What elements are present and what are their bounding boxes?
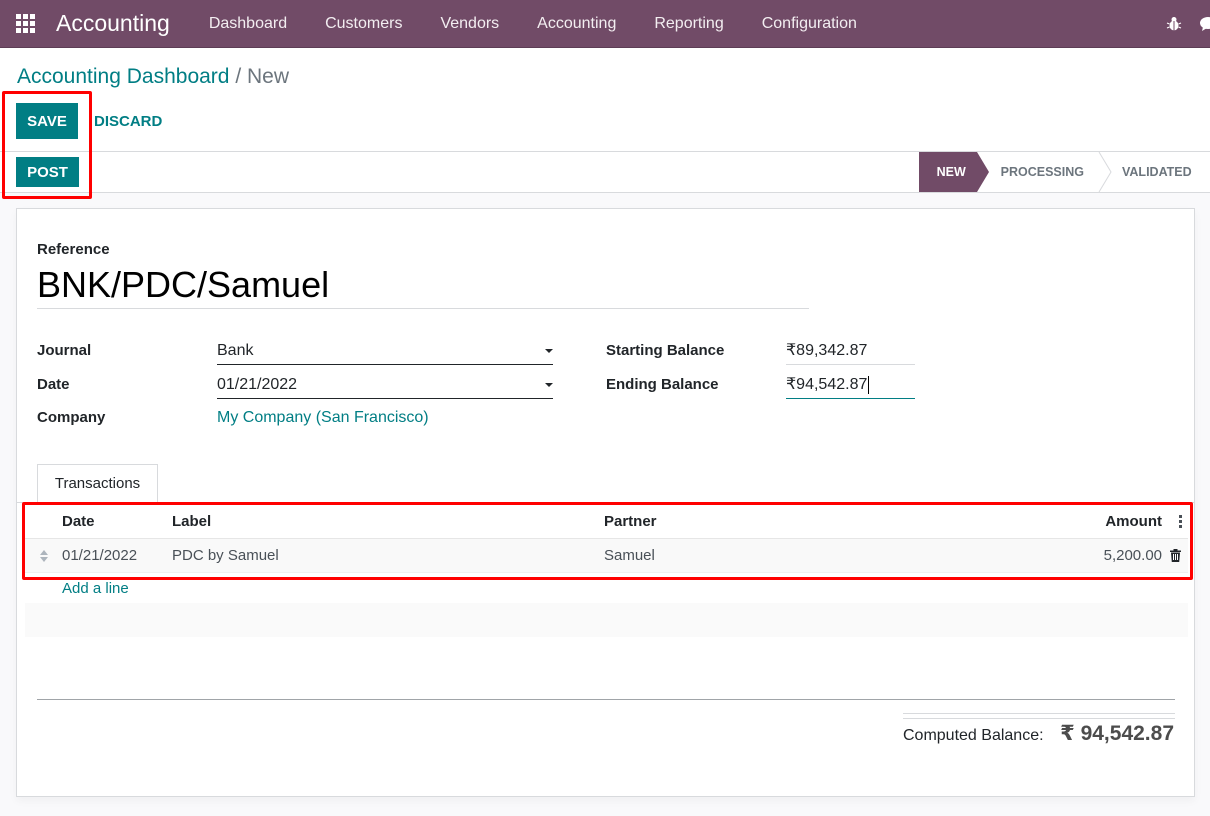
caret-down-icon[interactable]: [545, 383, 553, 387]
add-line-label[interactable]: Add a line: [62, 580, 129, 597]
journal-select[interactable]: Bank: [217, 340, 553, 365]
journal-label: Journal: [37, 342, 92, 359]
trash-icon[interactable]: [1169, 549, 1181, 562]
date-label: Date: [37, 376, 70, 393]
stage-divider: [1098, 152, 1112, 192]
menu-customers[interactable]: Customers: [306, 15, 421, 33]
cell-partner[interactable]: Samuel: [604, 547, 1024, 564]
starting-balance-label: Starting Balance: [606, 342, 725, 359]
cell-date[interactable]: 01/21/2022: [62, 547, 172, 564]
post-button[interactable]: POST: [16, 157, 79, 187]
date-picker[interactable]: 01/21/2022: [217, 374, 553, 399]
top-navbar: Accounting Dashboard Customers Vendors A…: [0, 0, 1210, 48]
reference-label: Reference: [37, 241, 110, 258]
sort-handle-icon[interactable]: [39, 549, 48, 562]
column-header-partner[interactable]: Partner: [604, 513, 1024, 530]
computed-balance-label: Computed Balance:: [903, 727, 1044, 744]
table-row[interactable]: 01/21/2022 PDC by Samuel Samuel 5,200.00: [25, 539, 1188, 573]
ending-balance-value: ₹94,542.87: [786, 376, 868, 393]
transactions-table: Date Label Partner Amount 01/21/2022 PDC…: [25, 505, 1188, 637]
status-bar: POST NEW PROCESSING VALIDATED: [0, 152, 1210, 193]
column-header-label[interactable]: Label: [172, 513, 604, 530]
table-header: Date Label Partner Amount: [25, 505, 1188, 539]
menu-reporting[interactable]: Reporting: [635, 15, 742, 33]
stage-processing[interactable]: PROCESSING: [989, 152, 1098, 192]
cell-amount[interactable]: 5,200.00: [1024, 547, 1162, 564]
control-panel: Accounting Dashboard / New SAVE DISCARD: [0, 48, 1210, 152]
menu-configuration[interactable]: Configuration: [743, 15, 876, 33]
discard-button[interactable]: DISCARD: [94, 103, 162, 139]
journal-value: Bank: [217, 342, 254, 359]
company-label: Company: [37, 409, 106, 426]
menu-accounting[interactable]: Accounting: [518, 15, 635, 33]
ending-balance-input[interactable]: ₹94,542.87: [786, 374, 915, 399]
starting-balance-input[interactable]: ₹89,342.87: [786, 340, 915, 365]
stage-validated[interactable]: VALIDATED: [1112, 152, 1210, 192]
empty-row: [25, 603, 1188, 637]
add-line-link[interactable]: Add a line: [25, 573, 1188, 603]
caret-down-icon[interactable]: [545, 349, 553, 353]
cell-label[interactable]: PDC by Samuel: [172, 547, 604, 564]
status-stages: NEW PROCESSING VALIDATED: [918, 152, 1210, 192]
save-button[interactable]: SAVE: [16, 103, 78, 139]
kebab-menu-icon[interactable]: [1178, 515, 1182, 528]
breadcrumb-separator: /: [229, 65, 247, 88]
date-value: 01/21/2022: [217, 376, 298, 393]
column-header-amount[interactable]: Amount: [1024, 513, 1162, 530]
breadcrumb: Accounting Dashboard / New: [17, 65, 289, 89]
stage-new[interactable]: NEW: [918, 152, 989, 192]
starting-balance-value: ₹89,342.87: [786, 342, 868, 359]
app-name[interactable]: Accounting: [56, 10, 170, 37]
form-sheet: Reference BNK/PDC/Samuel Journal Bank Da…: [16, 208, 1195, 797]
optional-columns-toggle[interactable]: [1162, 515, 1188, 528]
column-header-date[interactable]: Date: [62, 513, 172, 530]
menu-dashboard[interactable]: Dashboard: [190, 15, 306, 33]
totals-divider: [903, 713, 1175, 719]
bug-icon[interactable]: [1166, 16, 1182, 32]
apps-grid-icon[interactable]: [16, 13, 36, 34]
row-drag-handle[interactable]: [25, 549, 62, 562]
breadcrumb-current: New: [247, 65, 290, 88]
ending-balance-label: Ending Balance: [606, 376, 719, 393]
section-divider: [37, 699, 1175, 700]
chat-icon[interactable]: [1200, 16, 1210, 32]
text-cursor: [868, 375, 870, 394]
delete-row-button[interactable]: [1162, 549, 1188, 562]
menu-vendors[interactable]: Vendors: [421, 15, 518, 33]
notebook-tabs: Transactions: [17, 464, 1194, 503]
computed-balance-value: ₹ 94,542.87: [1060, 722, 1174, 745]
tab-transactions[interactable]: Transactions: [37, 464, 158, 503]
breadcrumb-parent-link[interactable]: Accounting Dashboard: [17, 65, 229, 88]
reference-input[interactable]: BNK/PDC/Samuel: [37, 263, 809, 309]
company-link[interactable]: My Company (San Francisco): [217, 409, 429, 427]
